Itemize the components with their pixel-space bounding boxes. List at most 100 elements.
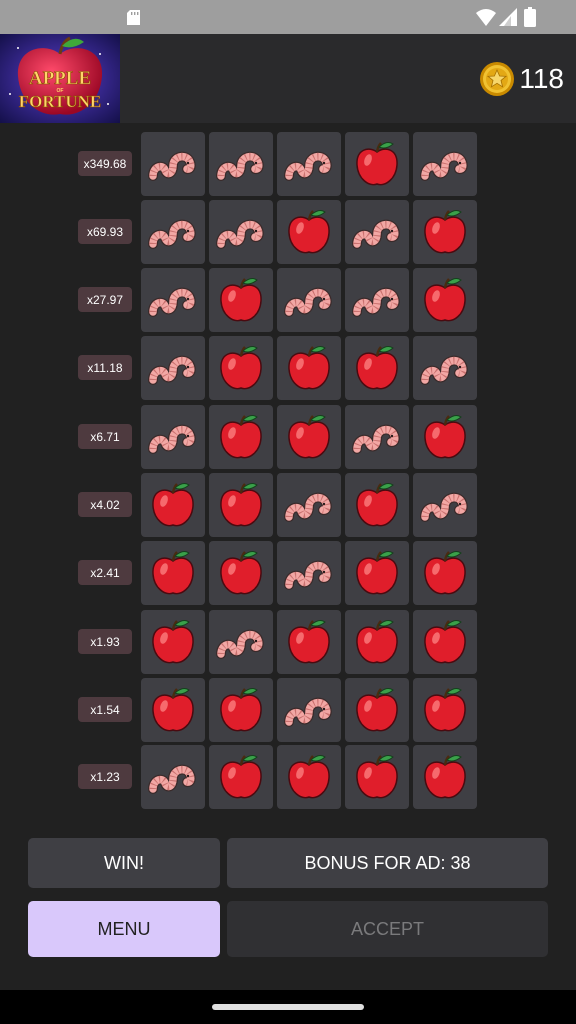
- apple-icon: [424, 210, 466, 254]
- multiplier-badge: x1.93: [78, 629, 132, 654]
- grid-cell-apple[interactable]: [345, 336, 409, 400]
- grid-cell-apple[interactable]: [209, 678, 273, 742]
- apple-icon: [356, 688, 398, 732]
- coin-balance: 118: [479, 61, 564, 97]
- apple-icon: [220, 346, 262, 390]
- battery-icon: [524, 7, 536, 27]
- worm-icon: [284, 151, 332, 181]
- grid-cell-apple[interactable]: [345, 541, 409, 605]
- grid-cell-worm[interactable]: [277, 132, 341, 196]
- apple-icon: [152, 483, 194, 527]
- worm-icon: [284, 560, 332, 590]
- grid-cell-worm[interactable]: [141, 132, 205, 196]
- grid-cell-apple[interactable]: [413, 745, 477, 809]
- apple-icon: [356, 551, 398, 595]
- svg-text:FORTUNE: FORTUNE: [19, 92, 102, 111]
- apple-icon: [288, 346, 330, 390]
- worm-icon: [352, 219, 400, 249]
- worm-icon: [352, 424, 400, 454]
- grid-cell-worm[interactable]: [209, 610, 273, 674]
- grid-cell-worm[interactable]: [345, 405, 409, 469]
- grid-cell-apple[interactable]: [345, 610, 409, 674]
- grid-cell-apple[interactable]: [141, 610, 205, 674]
- svg-text:APPLE: APPLE: [29, 68, 91, 89]
- grid-cell-apple[interactable]: [345, 678, 409, 742]
- grid-cell-worm[interactable]: [141, 200, 205, 264]
- apple-icon: [220, 755, 262, 799]
- apple-icon: [152, 620, 194, 664]
- grid-cell-worm[interactable]: [277, 678, 341, 742]
- multiplier-badge: x1.54: [78, 697, 132, 722]
- grid-cell-apple[interactable]: [413, 610, 477, 674]
- grid-cell-worm[interactable]: [413, 336, 477, 400]
- worm-icon: [420, 355, 468, 385]
- apple-icon: [288, 210, 330, 254]
- apple-icon: [424, 755, 466, 799]
- worm-icon: [420, 151, 468, 181]
- grid-cell-worm[interactable]: [413, 473, 477, 537]
- grid-cell-apple[interactable]: [277, 336, 341, 400]
- worm-icon: [284, 287, 332, 317]
- worm-icon: [216, 629, 264, 659]
- grid-cell-worm[interactable]: [141, 268, 205, 332]
- home-handle[interactable]: [212, 1004, 364, 1010]
- worm-icon: [216, 151, 264, 181]
- status-bar: [0, 0, 576, 34]
- grid-cell-apple[interactable]: [413, 268, 477, 332]
- multiplier-badge: x6.71: [78, 424, 132, 449]
- grid-cell-apple[interactable]: [209, 473, 273, 537]
- grid-cell-worm[interactable]: [345, 268, 409, 332]
- grid-cell-worm[interactable]: [413, 132, 477, 196]
- grid-cell-apple[interactable]: [413, 405, 477, 469]
- grid-cell-apple[interactable]: [277, 405, 341, 469]
- worm-icon: [284, 697, 332, 727]
- apple-icon: [152, 551, 194, 595]
- grid-cell-apple[interactable]: [209, 745, 273, 809]
- worm-icon: [420, 492, 468, 522]
- grid-cell-worm[interactable]: [141, 745, 205, 809]
- grid-cell-worm[interactable]: [277, 541, 341, 605]
- worm-icon: [148, 287, 196, 317]
- grid-cell-worm[interactable]: [277, 268, 341, 332]
- grid-cell-apple[interactable]: [141, 541, 205, 605]
- apple-icon: [424, 415, 466, 459]
- grid-cell-worm[interactable]: [345, 200, 409, 264]
- apple-icon: [356, 142, 398, 186]
- grid-cell-apple[interactable]: [345, 745, 409, 809]
- grid-cell-worm[interactable]: [209, 132, 273, 196]
- grid-cell-apple[interactable]: [141, 678, 205, 742]
- accept-button[interactable]: ACCEPT: [227, 901, 548, 957]
- grid-cell-apple[interactable]: [413, 541, 477, 605]
- grid-cell-apple[interactable]: [413, 678, 477, 742]
- grid-cell-apple[interactable]: [209, 268, 273, 332]
- apple-icon: [424, 278, 466, 322]
- grid-cell-worm[interactable]: [141, 405, 205, 469]
- apple-icon: [424, 620, 466, 664]
- coin-count: 118: [519, 63, 564, 94]
- grid-cell-apple[interactable]: [141, 473, 205, 537]
- bonus-for-ad-button[interactable]: BONUS FOR AD: 38: [227, 838, 548, 888]
- signal-icon: [499, 8, 517, 26]
- grid-cell-apple[interactable]: [209, 336, 273, 400]
- grid-cell-worm[interactable]: [277, 473, 341, 537]
- apple-icon: [356, 755, 398, 799]
- worm-icon: [284, 492, 332, 522]
- grid-cell-apple[interactable]: [209, 405, 273, 469]
- grid-cell-apple[interactable]: [345, 473, 409, 537]
- menu-button[interactable]: MENU: [28, 901, 220, 957]
- sd-card-icon: [127, 10, 140, 25]
- grid-cell-worm[interactable]: [141, 336, 205, 400]
- multiplier-badge: x4.02: [78, 492, 132, 517]
- grid-cell-worm[interactable]: [209, 200, 273, 264]
- grid-cell-apple[interactable]: [209, 541, 273, 605]
- grid-cell-apple[interactable]: [277, 610, 341, 674]
- grid-cell-apple[interactable]: [413, 200, 477, 264]
- worm-icon: [148, 151, 196, 181]
- grid-cell-apple[interactable]: [277, 745, 341, 809]
- apple-icon: [220, 483, 262, 527]
- grid-cell-apple[interactable]: [345, 132, 409, 196]
- game-header: APPLE OF FORTUNE 118: [0, 34, 576, 123]
- grid-cell-apple[interactable]: [277, 200, 341, 264]
- multiplier-badge: x11.18: [78, 355, 132, 380]
- win-button[interactable]: WIN!: [28, 838, 220, 888]
